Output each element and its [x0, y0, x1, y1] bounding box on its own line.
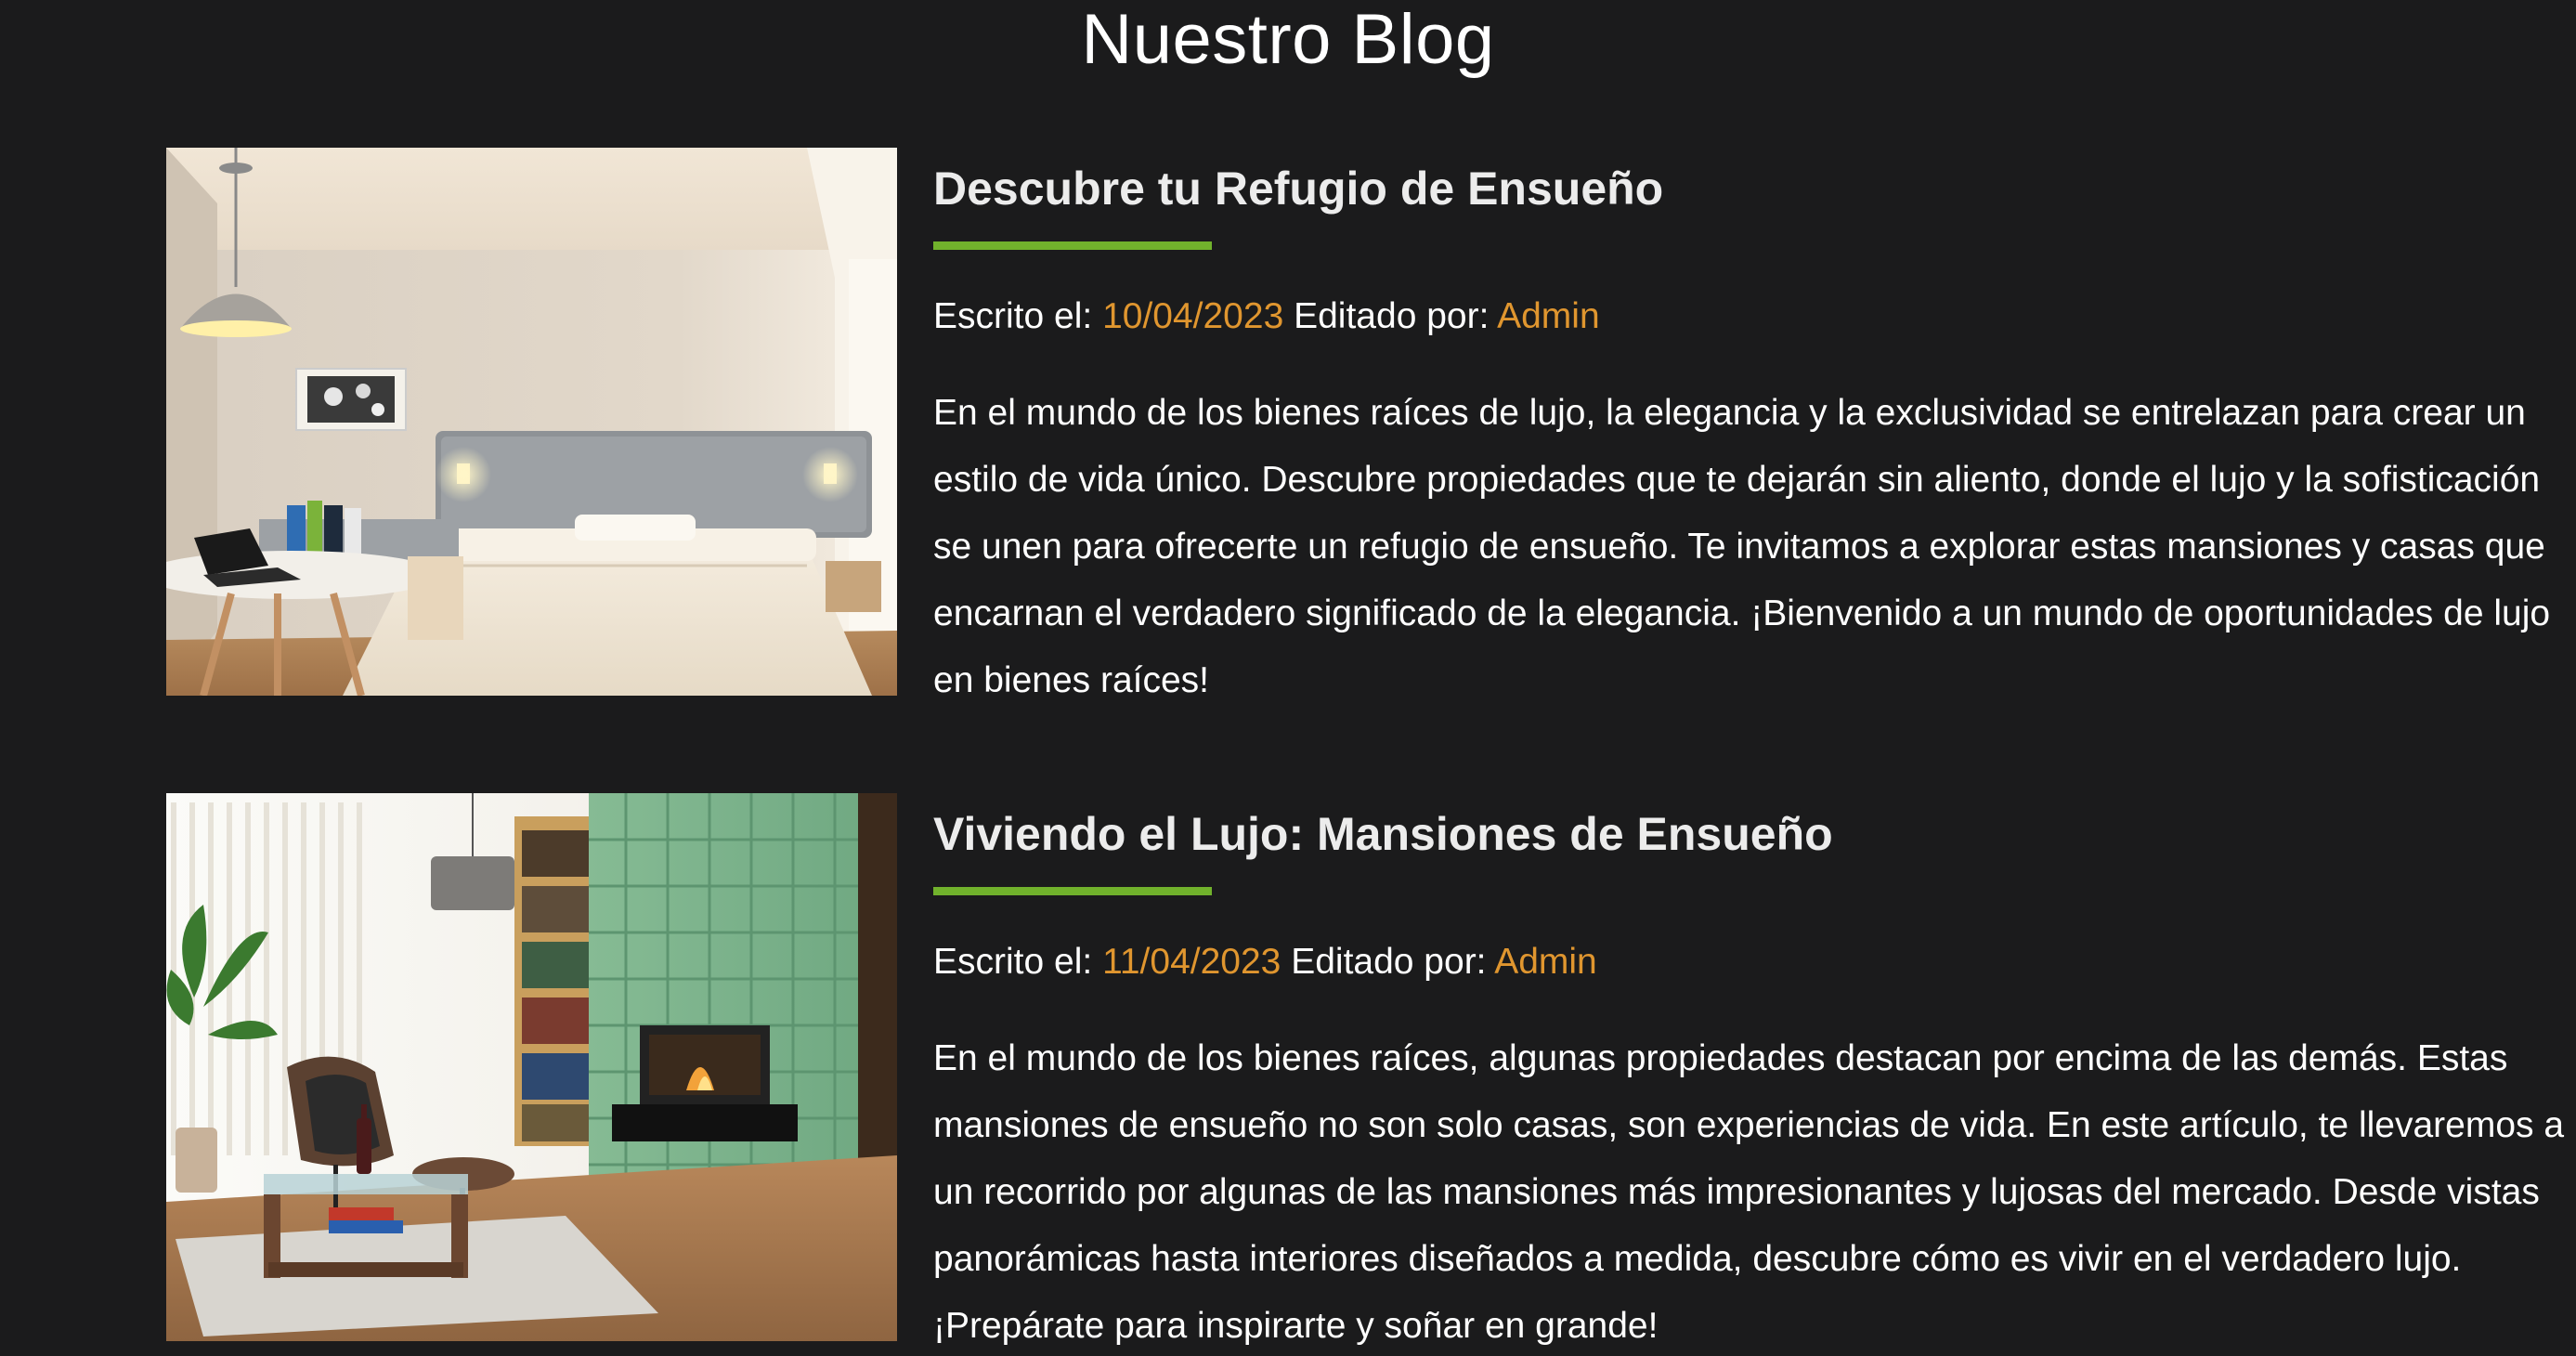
- title-underline: [933, 887, 1212, 895]
- post-date: 10/04/2023: [1102, 296, 1284, 336]
- post-meta: Escrito el: 10/04/2023 Editado por: Admi…: [933, 291, 2568, 343]
- post-image-living-room[interactable]: [166, 793, 897, 1341]
- post-content: Descubre tu Refugio de Ensueño Escrito e…: [933, 148, 2568, 714]
- written-label: Escrito el:: [933, 296, 1093, 336]
- post-excerpt: En el mundo de los bienes raíces de lujo…: [933, 393, 2551, 700]
- edited-label: Editado por:: [1294, 296, 1490, 336]
- written-label: Escrito el:: [933, 942, 1093, 982]
- post-author[interactable]: Admin: [1497, 296, 1600, 336]
- post-content: Viviendo el Lujo: Mansiones de Ensueño E…: [933, 793, 2568, 1356]
- living-room-image: [166, 793, 897, 1341]
- edited-label: Editado por:: [1291, 942, 1487, 982]
- bedroom-image: [166, 148, 897, 696]
- post-author[interactable]: Admin: [1494, 942, 1597, 982]
- post-excerpt: En el mundo de los bienes raíces, alguna…: [933, 1038, 2565, 1346]
- blog-page: Nuestro Blog Descubre tu Refugio de Ensu…: [0, 0, 2576, 1356]
- post-title[interactable]: Descubre tu Refugio de Ensueño: [933, 155, 2568, 222]
- post-date: 11/04/2023: [1102, 942, 1281, 982]
- post-meta: Escrito el: 11/04/2023 Editado por: Admi…: [933, 936, 2568, 988]
- post-title[interactable]: Viviendo el Lujo: Mansiones de Ensueño: [933, 801, 2568, 867]
- page-title: Nuestro Blog: [1081, 0, 1495, 79]
- title-underline: [933, 241, 1212, 250]
- post-image-bedroom[interactable]: [166, 148, 897, 696]
